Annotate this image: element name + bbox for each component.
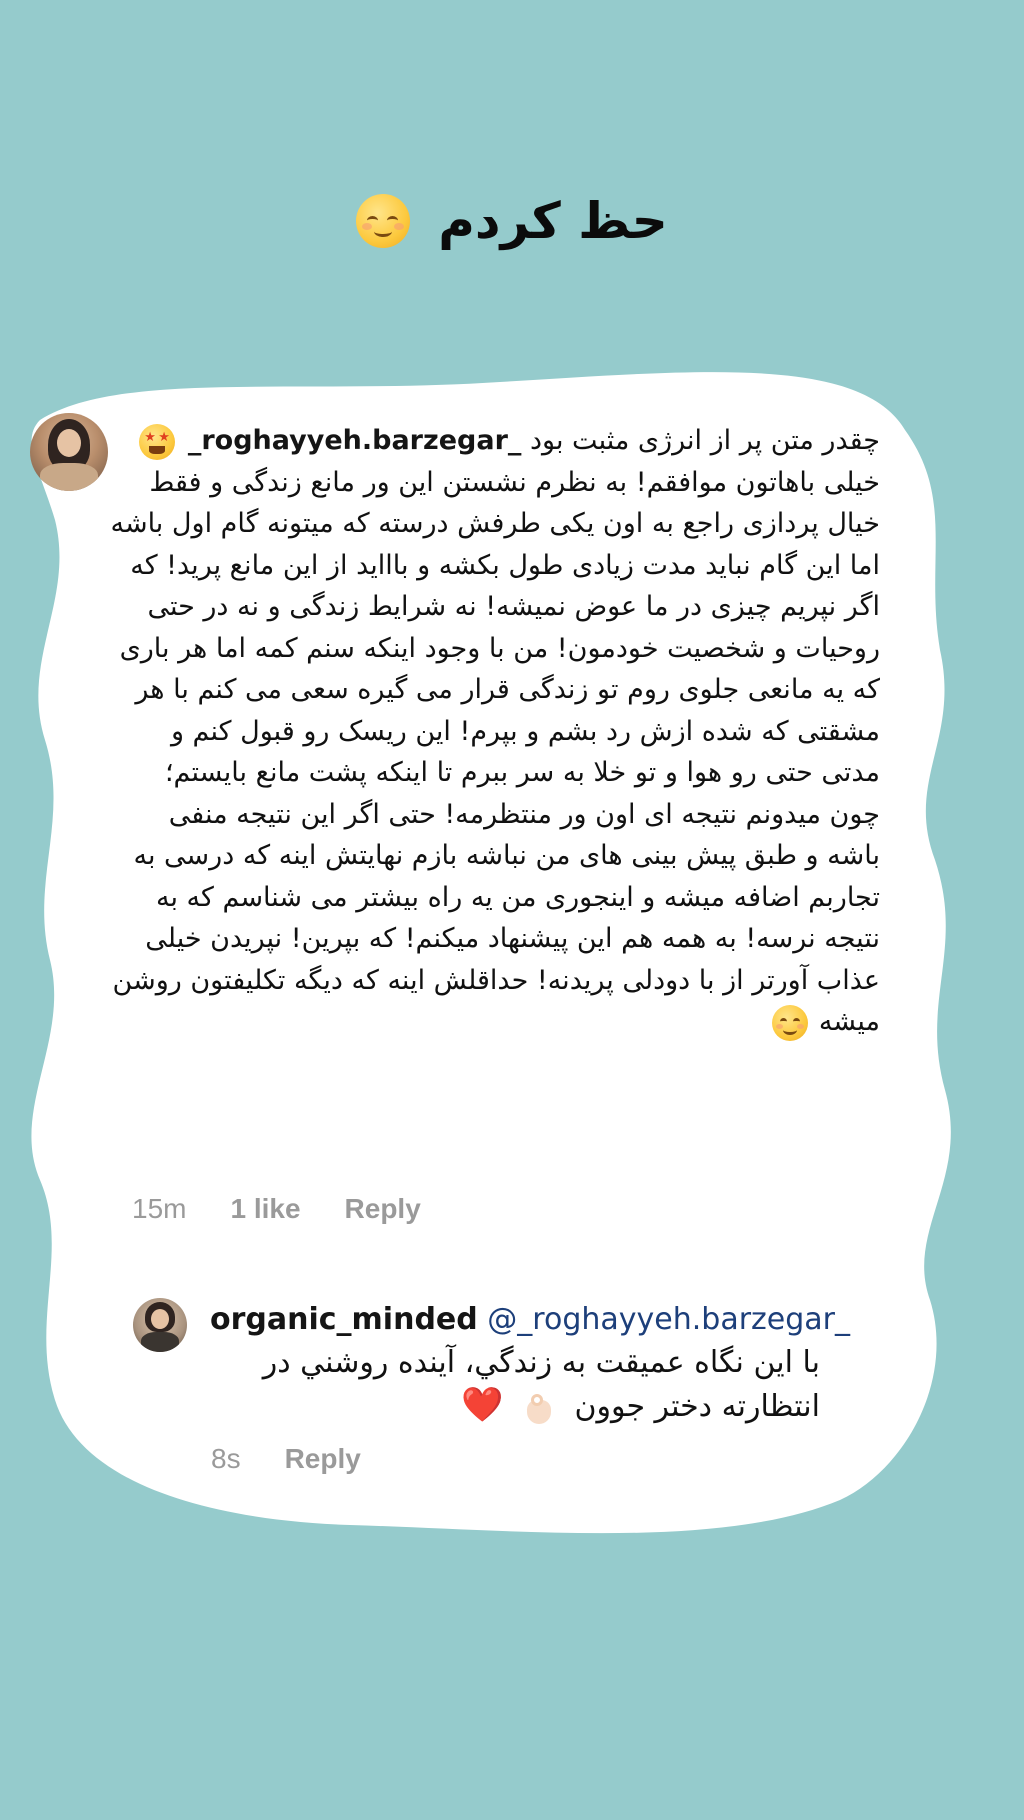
commenter-avatar[interactable] (30, 413, 108, 491)
reply-meta: 8s Reply (211, 1443, 361, 1475)
comment-text: چقدر متن پر از انرژی مثبت بود _roghayyeh… (110, 420, 880, 1043)
reply-timestamp: 8s (211, 1443, 241, 1474)
comment-timestamp: 15m (132, 1193, 187, 1224)
comment-username[interactable]: _roghayyeh.barzegar_ (188, 425, 522, 456)
reply-reply-button[interactable]: Reply (285, 1443, 361, 1475)
smiling-face-icon (772, 1004, 809, 1041)
star-struck-icon: ★ ★ (139, 423, 176, 460)
comment-likes[interactable]: 1 like (230, 1193, 300, 1225)
heart-icon: ❤️ (461, 1385, 504, 1425)
reply-text: با این نگاه عمیقت به زندگي، آینده روشني … (210, 1342, 820, 1428)
ok-hand-icon (523, 1390, 555, 1426)
comment-text-intro: چقدر متن پر از انرژی مثبت بود (529, 425, 880, 456)
comment-reply-button[interactable]: Reply (345, 1193, 421, 1225)
reply-username[interactable]: organic_minded (210, 1302, 478, 1337)
reply-mention[interactable]: @_roghayyeh.barzegar_ (487, 1302, 850, 1337)
comment-meta: 15m 1 like Reply (132, 1193, 421, 1225)
comment-text-main: خیلی باهاتون موافقم! به نظرم نشستن این و… (110, 466, 880, 1038)
reply-avatar[interactable] (133, 1298, 187, 1352)
reply-header: organic_minded @_roghayyeh.barzegar_ (210, 1300, 880, 1340)
